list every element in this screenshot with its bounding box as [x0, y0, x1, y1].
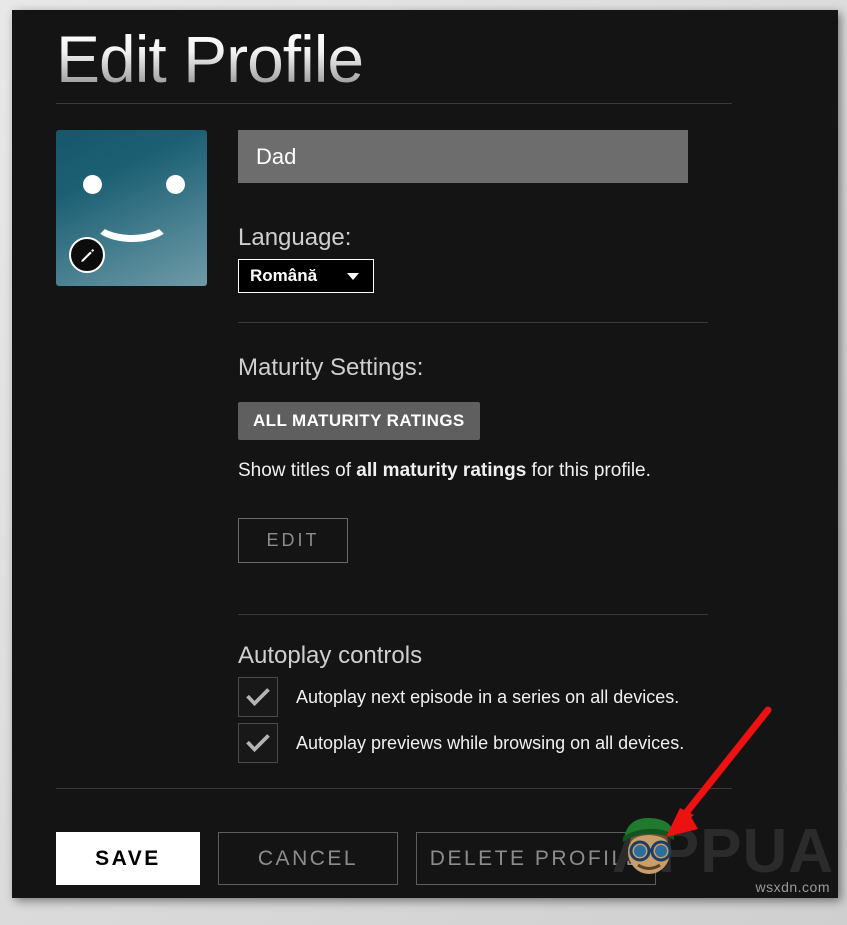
- language-selected-value: Română: [239, 266, 347, 286]
- edit-maturity-button[interactable]: EDIT: [238, 518, 348, 563]
- avatar-smile-icon: [92, 208, 172, 242]
- profile-name-input[interactable]: [238, 130, 688, 183]
- footer-divider: [56, 788, 732, 789]
- footer-actions: SAVE CANCEL DELETE PROFILE: [56, 832, 656, 885]
- avatar[interactable]: [56, 130, 207, 286]
- avatar-eye-right-icon: [166, 175, 185, 194]
- autoplay-next-episode-checkbox[interactable]: [238, 677, 278, 717]
- autoplay-next-episode-label: Autoplay next episode in a series on all…: [296, 687, 679, 708]
- autoplay-next-episode-row[interactable]: Autoplay next episode in a series on all…: [238, 677, 679, 717]
- maturity-description-suffix: for this profile.: [526, 460, 651, 481]
- cancel-button[interactable]: CANCEL: [218, 832, 398, 885]
- maturity-settings-label: Maturity Settings:: [238, 354, 423, 382]
- maturity-description-prefix: Show titles of: [238, 460, 356, 481]
- autoplay-previews-label: Autoplay previews while browsing on all …: [296, 733, 684, 754]
- screenshot-canvas: Edit Profile Language: Română: [0, 0, 847, 925]
- chevron-down-icon: [347, 273, 359, 280]
- maturity-description-strong: all maturity ratings: [356, 460, 526, 481]
- maturity-divider: [238, 614, 708, 615]
- delete-profile-button[interactable]: DELETE PROFILE: [416, 832, 656, 885]
- language-label: Language:: [238, 224, 351, 252]
- autoplay-controls-label: Autoplay controls: [238, 642, 422, 670]
- page-title: Edit Profile: [56, 16, 363, 102]
- language-select[interactable]: Română: [238, 259, 374, 293]
- save-button[interactable]: SAVE: [56, 832, 200, 885]
- edit-profile-panel: Edit Profile Language: Română: [12, 10, 838, 898]
- header-divider: [56, 103, 732, 104]
- avatar-eye-left-icon: [83, 175, 102, 194]
- status-badge: ALL MATURITY RATINGS: [238, 402, 480, 440]
- maturity-description: Show titles of all maturity ratings for …: [238, 460, 651, 482]
- autoplay-previews-checkbox[interactable]: [238, 723, 278, 763]
- wsxdn-watermark: wsxdn.com: [755, 879, 830, 895]
- autoplay-previews-row[interactable]: Autoplay previews while browsing on all …: [238, 723, 684, 763]
- language-divider: [238, 322, 708, 323]
- pencil-icon[interactable]: [69, 237, 105, 273]
